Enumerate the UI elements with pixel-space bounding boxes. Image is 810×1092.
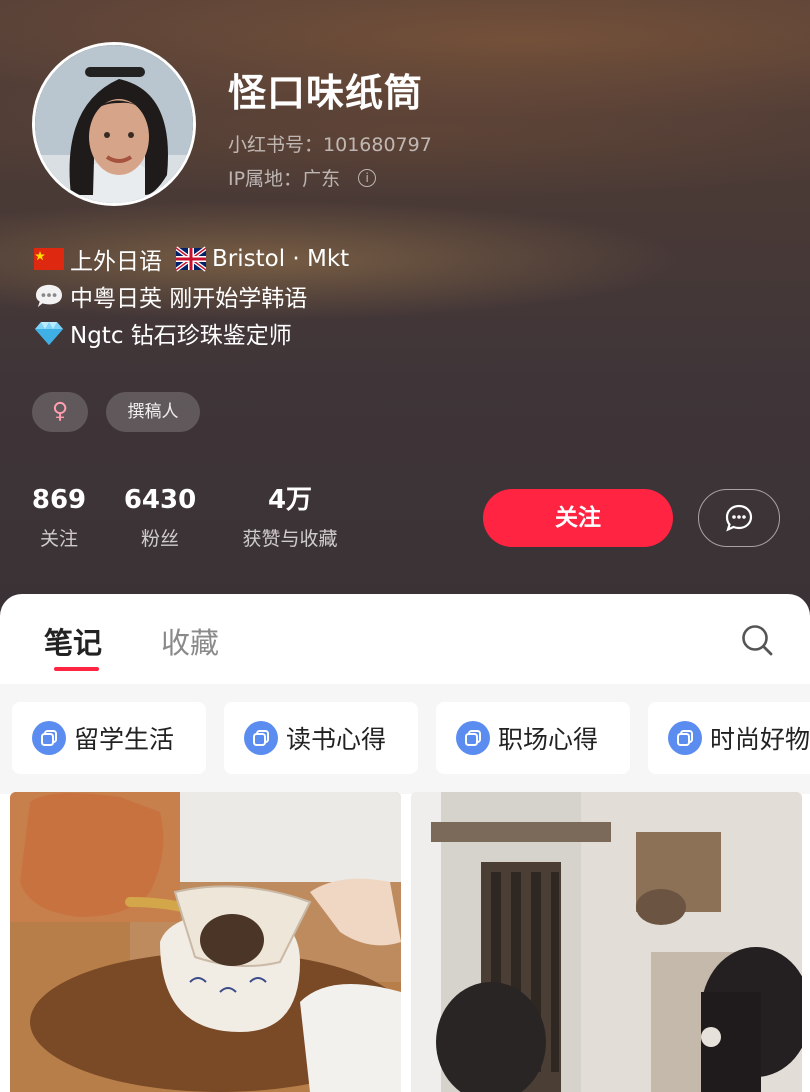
active-tab-indicator: [54, 667, 99, 671]
ip-location-label: IP属地：: [228, 168, 303, 190]
bio-line-2: 中粤日英 刚开始学韩语: [34, 279, 307, 313]
bio-text-certification: Ngtc 钻石珍珠鉴定师: [70, 323, 292, 349]
collection-label: 留学生活: [74, 725, 175, 754]
stat-followers-value: 6430: [123, 485, 197, 515]
stat-likes-label: 获赞与收藏: [242, 528, 338, 550]
role-tag[interactable]: 撰稿人: [106, 392, 200, 432]
follow-button[interactable]: 关注: [483, 489, 673, 547]
collection-chip-study-abroad[interactable]: 留学生活: [12, 702, 206, 774]
diamond-icon: [35, 322, 63, 345]
bio-line-3: Ngtc 钻石珍珠鉴定师: [34, 316, 292, 350]
collection-chip-fashion[interactable]: 时尚好物: [648, 702, 810, 774]
collection-icon: [32, 721, 66, 755]
bio-text-languages: 中粤日英 刚开始学韩语: [70, 286, 308, 312]
collection-icon: [456, 721, 490, 755]
stat-following-value: 869: [31, 485, 87, 515]
collection-chip-reading[interactable]: 读书心得: [224, 702, 418, 774]
account-id-value: 101680797: [323, 134, 432, 156]
bio-line-1: 上外日语 Bristol · Mkt: [34, 242, 349, 276]
avatar[interactable]: [32, 42, 196, 206]
chat-bubble-icon: [725, 504, 753, 532]
collection-label: 时尚好物: [710, 725, 810, 754]
collection-icon: [244, 721, 278, 755]
china-flag-icon: [34, 248, 64, 270]
avatar-photo: [35, 45, 193, 203]
note-cover-image: [10, 792, 401, 1092]
collection-label: 读书心得: [286, 725, 387, 754]
ip-location: IP属地：广东 i: [228, 164, 377, 191]
collection-chip-workplace[interactable]: 职场心得: [436, 702, 630, 774]
message-button[interactable]: [698, 489, 780, 547]
stat-likes-collects[interactable]: 4万 获赞与收藏: [228, 484, 352, 551]
info-icon[interactable]: i: [358, 168, 377, 187]
stat-likes-value: 4万: [267, 485, 313, 515]
collection-label: 职场心得: [498, 725, 599, 754]
bio-text-school: 上外日语: [70, 249, 162, 275]
stat-followers[interactable]: 6430 粉丝: [120, 484, 200, 551]
uk-flag-icon: [176, 246, 206, 272]
speech-bubble-icon: [36, 284, 62, 308]
search-icon[interactable]: [739, 622, 775, 658]
username: 怪口味纸筒: [228, 71, 424, 115]
gender-tag: ♀: [32, 392, 88, 432]
stat-following[interactable]: 869 关注: [30, 484, 88, 551]
stat-followers-label: 粉丝: [140, 528, 179, 550]
account-id: 小红书号：101680797: [228, 130, 432, 157]
ip-location-value: 广东: [302, 168, 341, 190]
female-icon: ♀: [51, 399, 69, 424]
stat-following-label: 关注: [39, 528, 78, 550]
collection-icon: [668, 721, 702, 755]
bio-text-university: Bristol · Mkt: [212, 246, 350, 272]
account-id-label: 小红书号：: [228, 134, 324, 156]
note-card[interactable]: [10, 792, 401, 1092]
tab-collections[interactable]: 收藏: [161, 620, 219, 662]
note-card[interactable]: [411, 792, 802, 1092]
tab-notes[interactable]: 笔记: [44, 620, 102, 662]
note-cover-image: [411, 792, 802, 1092]
